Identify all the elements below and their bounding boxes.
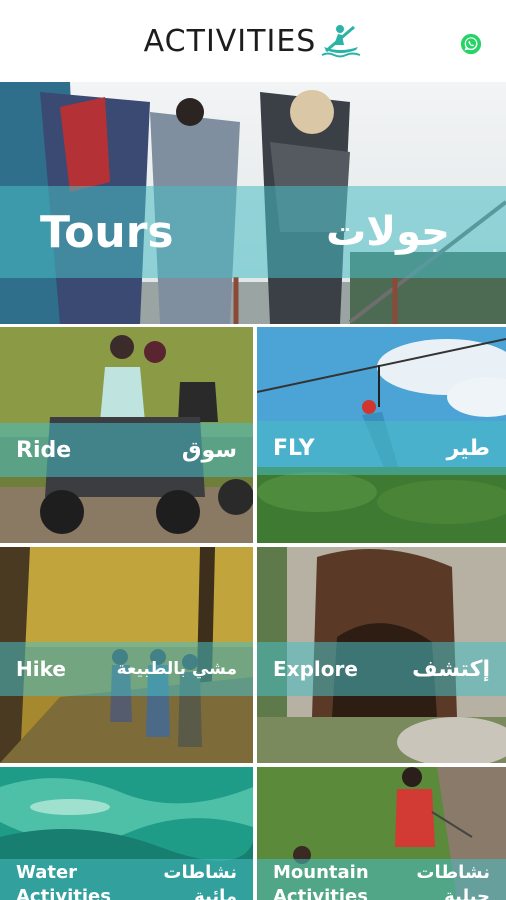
water-label-band: Water Activities نشاطات مائية <box>0 859 253 900</box>
explore-label-band: Explore إكتشف <box>257 642 506 696</box>
ride-label-band: Ride سوق <box>0 423 253 477</box>
tile-tours[interactable]: Tours جولات <box>0 82 506 324</box>
mountain-label-en: Mountain Activities <box>273 862 369 900</box>
tile-fly[interactable]: FLY طير <box>257 327 506 543</box>
ride-label-ar: سوق <box>181 437 237 463</box>
kayak-paddler-icon <box>321 25 361 58</box>
tours-label-ar: جولات <box>326 209 450 255</box>
tile-water[interactable]: Water Activities نشاطات مائية <box>0 767 253 900</box>
fly-label-band: FLY طير <box>257 421 506 475</box>
water-label-ar: نشاطات مائية <box>163 862 237 900</box>
page-title: ACTIVITIES <box>143 23 317 59</box>
hike-label-en: Hike <box>16 657 66 681</box>
water-label-en: Water Activities <box>16 862 111 900</box>
tile-explore[interactable]: Explore إكتشف <box>257 547 506 763</box>
whatsapp-icon[interactable] <box>460 33 482 55</box>
mountain-label-band: Mountain Activities نشاطات جبلية <box>257 859 506 900</box>
explore-label-en: Explore <box>273 657 358 681</box>
fly-label-ar: طير <box>446 435 490 461</box>
tile-ride[interactable]: Ride سوق <box>0 327 253 543</box>
tile-mountain[interactable]: Mountain Activities نشاطات جبلية <box>257 767 506 900</box>
tours-label-en: Tours <box>40 206 174 258</box>
tile-hike[interactable]: Hike مشي بالطبيعة <box>0 547 253 763</box>
ride-label-en: Ride <box>16 437 72 463</box>
fly-label-en: FLY <box>273 435 315 461</box>
hike-label-ar: مشي بالطبيعة <box>116 659 237 679</box>
mountain-label-ar: نشاطات جبلية <box>416 862 490 900</box>
explore-label-ar: إكتشف <box>412 656 490 682</box>
hike-label-band: Hike مشي بالطبيعة <box>0 642 253 696</box>
tours-label-band: Tours جولات <box>0 186 506 278</box>
app-header: ACTIVITIES <box>0 0 506 82</box>
brand: ACTIVITIES <box>144 23 363 59</box>
